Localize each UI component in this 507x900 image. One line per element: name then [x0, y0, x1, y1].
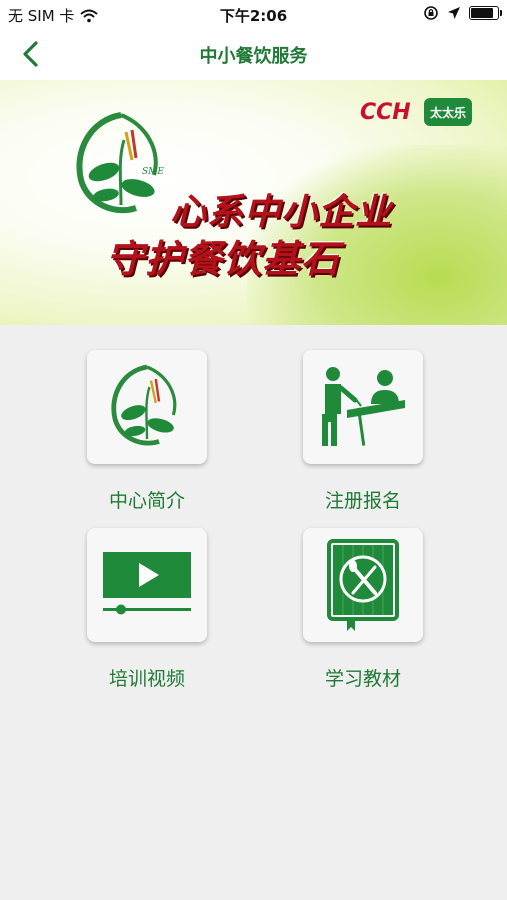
promo-banner: SME CCH 太太乐 心系中小企业 守护餐饮基石	[0, 80, 507, 325]
menu-label: 注册报名	[324, 490, 401, 512]
menu-icon-box[interactable]	[303, 528, 423, 642]
menu-item-study-material[interactable]: 学习教材	[303, 528, 423, 691]
brand-taitai-logo: 太太乐	[424, 98, 472, 126]
banner-slogan-line2: 守护餐饮基石	[106, 237, 341, 281]
menu-item-center-intro[interactable]: 中心简介	[87, 350, 207, 513]
nav-bar: 中小餐饮服务	[0, 28, 507, 81]
menu-icon-box[interactable]	[87, 528, 207, 642]
location-arrow-icon	[448, 7, 460, 19]
sme-badge-text: SME	[142, 167, 164, 177]
rotation-lock-icon	[424, 6, 438, 20]
menu-label: 学习教材	[324, 668, 401, 690]
video-player-icon	[103, 552, 191, 615]
battery-icon	[469, 6, 502, 20]
registration-desk-icon	[322, 367, 405, 446]
menu-icon-box[interactable]	[87, 350, 207, 464]
menu-item-register[interactable]: 注册报名	[303, 350, 423, 513]
sme-leaf-logo-icon	[111, 364, 177, 446]
brand-cch-logo: CCH	[360, 100, 411, 125]
menu-icon-box[interactable]	[303, 350, 423, 464]
menu-item-training-video[interactable]: 培训视频	[87, 528, 207, 691]
cookbook-icon	[327, 539, 399, 631]
status-bar: 无 SIM 卡 下午2:06	[0, 0, 507, 28]
page-title: 中小餐饮服务	[199, 46, 308, 67]
menu-label: 培训视频	[108, 668, 185, 690]
menu-label: 中心简介	[108, 490, 185, 512]
sme-leaf-logo-icon: SME	[76, 112, 164, 214]
status-right	[423, 5, 502, 21]
